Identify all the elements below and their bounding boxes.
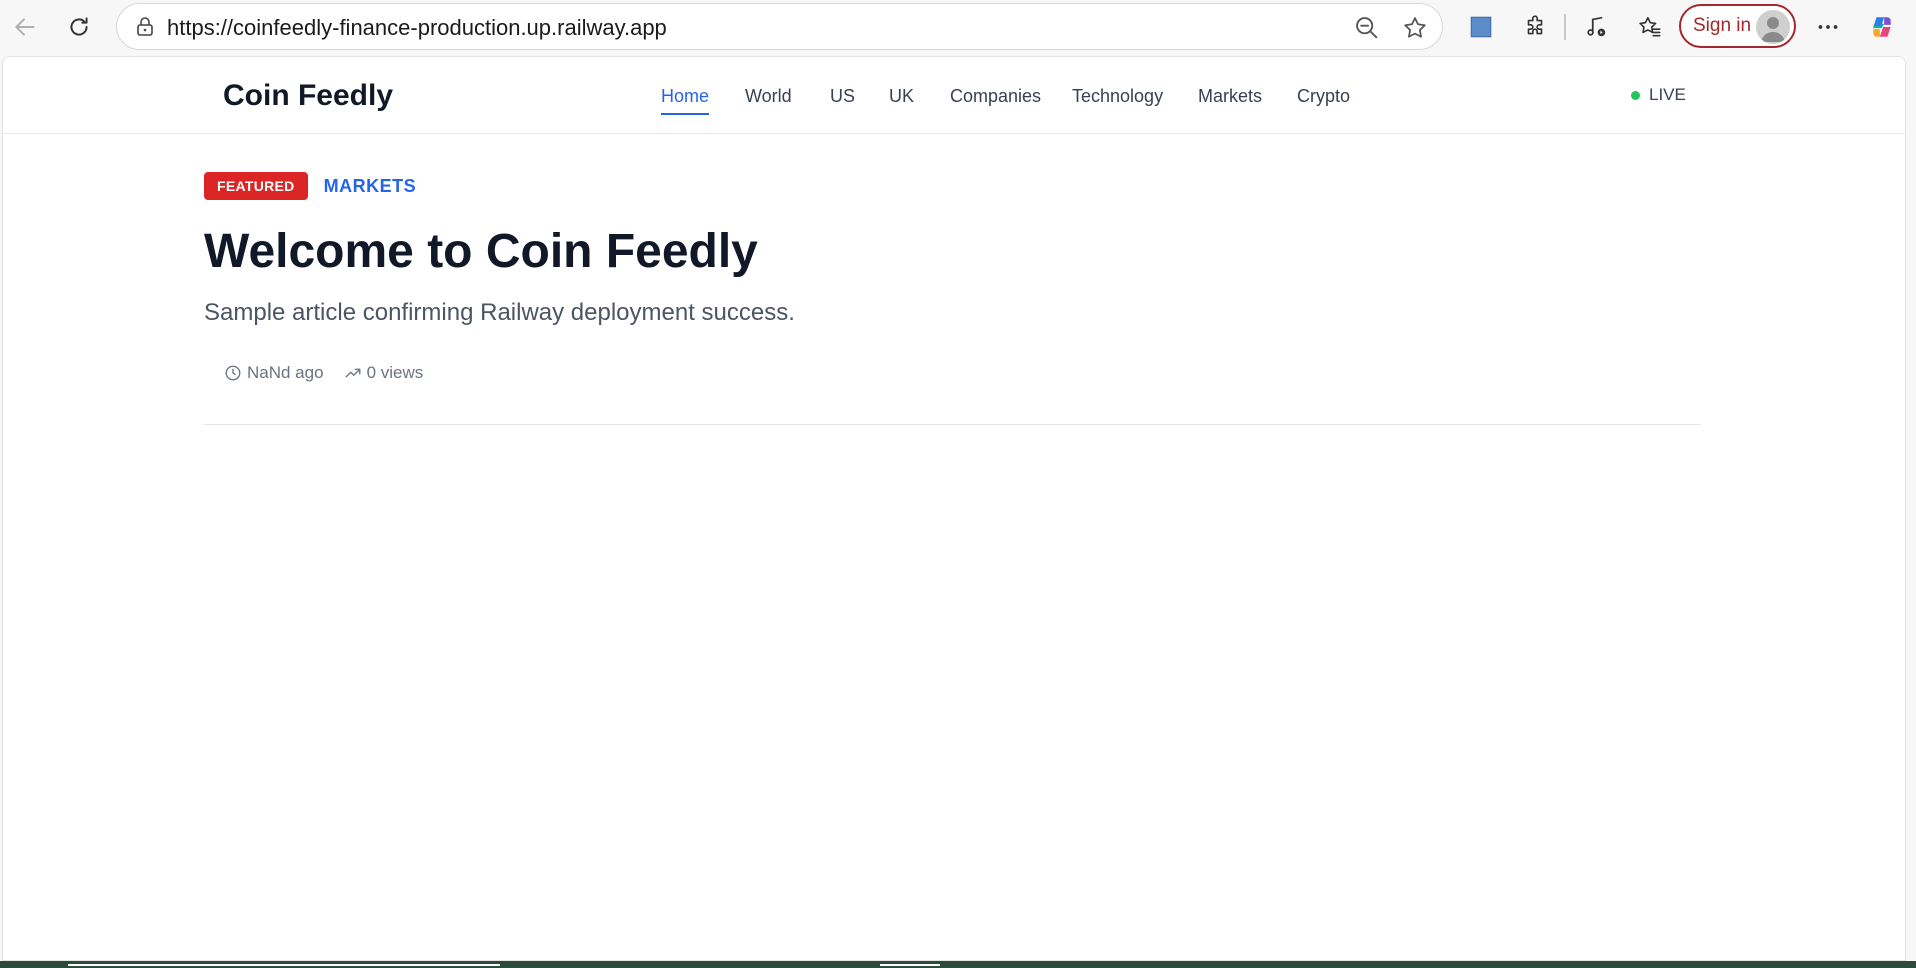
browser-toolbar: https://coinfeedly-finance-production.up… <box>0 0 1916 54</box>
toolbar-separator <box>1564 14 1566 40</box>
nav-world[interactable]: World <box>745 86 792 113</box>
avatar <box>1756 10 1790 44</box>
favorite-star-icon[interactable] <box>1401 14 1429 42</box>
address-bar[interactable]: https://coinfeedly-finance-production.up… <box>116 3 1443 50</box>
live-dot <box>1631 90 1640 100</box>
views-meta: 0 views <box>344 363 424 383</box>
media-control-button[interactable] <box>1578 9 1614 45</box>
taskbar-edge <box>0 961 1916 968</box>
category-link[interactable]: MARKETS <box>324 176 417 197</box>
live-indicator: LIVE <box>1631 85 1686 105</box>
extension-square-button[interactable] <box>1463 9 1499 45</box>
lock-icon[interactable] <box>133 15 157 39</box>
extensions-button[interactable] <box>1517 9 1553 45</box>
url-prefix: https:// <box>167 15 234 40</box>
time-meta: NaNd ago <box>224 363 324 383</box>
user-avatar-icon <box>1761 17 1785 42</box>
site-logo[interactable]: Coin Feedly <box>223 79 393 113</box>
content-divider <box>204 424 1701 425</box>
blue-square-icon <box>1470 16 1492 38</box>
favorites-list-icon <box>1639 16 1661 37</box>
nav-uk[interactable]: UK <box>889 86 914 113</box>
zoom-out-icon[interactable] <box>1353 14 1381 42</box>
more-menu-button[interactable] <box>1810 9 1846 45</box>
back-arrow-icon <box>15 18 35 36</box>
music-note-icon <box>1587 16 1606 37</box>
trending-up-icon <box>345 368 360 378</box>
article-meta: NaNd ago 0 views <box>224 363 423 383</box>
site-header: Coin Feedly Home World US UK Companies T… <box>3 57 1905 134</box>
live-label: LIVE <box>1649 85 1686 104</box>
url-domain: coinfeedly-finance-production.up.railway… <box>233 15 667 40</box>
refresh-button[interactable] <box>61 9 97 45</box>
featured-badge: FEATURED <box>204 172 308 200</box>
clock-icon <box>225 365 241 381</box>
nav-technology[interactable]: Technology <box>1072 86 1163 113</box>
refresh-icon <box>70 17 88 36</box>
copilot-button[interactable] <box>1864 9 1900 45</box>
ellipsis-icon <box>1818 25 1838 29</box>
nav-markets[interactable]: Markets <box>1198 86 1262 113</box>
sign-in-label: Sign in <box>1693 15 1752 36</box>
nav-home[interactable]: Home <box>661 86 710 115</box>
nav-companies[interactable]: Companies <box>950 86 1041 113</box>
url-text[interactable]: https://coinfeedly-finance-production.up… <box>167 15 667 41</box>
nav-us[interactable]: US <box>830 86 855 113</box>
article-subtitle: Sample article confirming Railway deploy… <box>204 299 795 326</box>
sign-in-button[interactable]: Sign in <box>1679 4 1796 48</box>
copilot-icon <box>1873 17 1891 37</box>
article-tags: FEATURED MARKETS <box>204 172 416 200</box>
view-count: 0 views <box>366 363 424 382</box>
favorites-button[interactable] <box>1632 9 1668 45</box>
time-ago: NaNd ago <box>247 363 324 382</box>
article-title[interactable]: Welcome to Coin Feedly <box>204 224 758 279</box>
page-viewport: Coin Feedly Home World US UK Companies T… <box>2 56 1906 961</box>
back-button[interactable] <box>7 9 43 45</box>
puzzle-icon <box>1527 15 1543 35</box>
nav-crypto[interactable]: Crypto <box>1297 86 1350 113</box>
